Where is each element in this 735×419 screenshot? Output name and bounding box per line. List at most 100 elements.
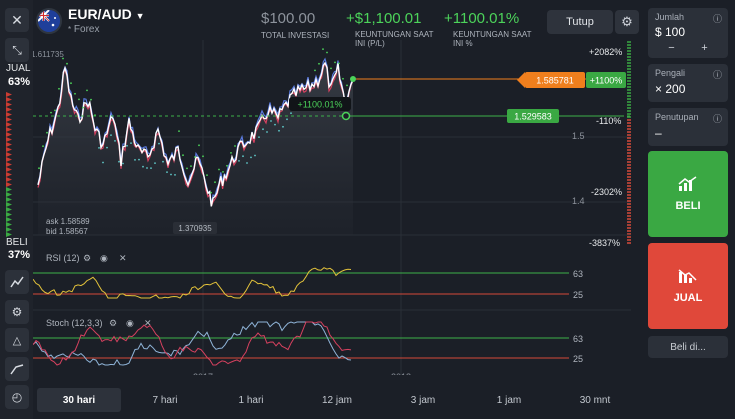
sentiment-tick [6,207,12,212]
rsi-upper-value: 63 [573,269,583,279]
sar-dot [78,98,80,101]
sar-dot [98,147,100,149]
sar-dot [130,142,132,144]
stoch-upper-value: 63 [573,334,583,344]
buy-button[interactable]: BELI [648,151,728,237]
sar-dot [262,128,264,131]
sentiment-tick [6,177,12,182]
sentiment-tick [6,152,12,157]
sentiment-tick [6,107,12,112]
increase-amount-button[interactable]: + [701,42,707,54]
axis-level-4: -2302% [591,187,622,197]
line-tool-icon [10,364,24,375]
settings-side-button[interactable]: ⚙ [5,300,29,324]
sar-dot [266,131,268,133]
stoch-d-line [33,321,352,366]
buy-button-label: BELI [675,200,701,212]
timeframe-bar: 30 hari 7 hari 1 hari 12 jam 3 jam 1 jam… [33,388,637,412]
timeframe-1-hari[interactable]: 1 hari [209,388,293,412]
clock-icon: ◴ [11,390,23,404]
sentiment-tick [6,132,12,137]
sar-dot [274,123,276,126]
tools-count-button[interactable] [5,357,29,381]
top-price-label: 1.611735 [33,50,64,59]
buy-sentiment-label: BELI [6,237,28,248]
x-label-2018: 2018 [391,372,411,375]
timeframe-30-mnt[interactable]: 30 mnt [553,388,637,412]
timeframe-12-jam[interactable]: 12 jam [295,388,379,412]
sar-dot [154,162,156,164]
rsi-gear-icon[interactable]: ⚙ [83,253,91,263]
sentiment-tick [6,127,12,132]
sar-dot [214,181,216,184]
rsi-eye-icon[interactable]: ◉ [100,253,108,263]
sentiment-tick [6,217,12,222]
sentiment-tick [6,147,12,152]
timeframe-3-jam[interactable]: 3 jam [381,388,465,412]
sar-dot [250,156,252,159]
decrease-amount-button[interactable]: − [668,42,674,54]
trade-badge: +1100.01% [297,100,342,110]
sell-button[interactable]: JUAL [648,243,728,329]
sar-dot [270,120,272,122]
info-icon[interactable]: ⓘ [713,68,722,81]
sar-dot [238,160,240,162]
sar-dot [150,167,152,169]
rsi-close-icon[interactable]: ✕ [119,253,127,263]
sar-dot [278,129,280,132]
multiplier-value[interactable]: × 200 [655,82,721,96]
sar-dot [206,174,208,177]
rsi-lower-value: 25 [573,290,583,300]
amount-value[interactable]: $ 100 [655,25,721,39]
close-asset-button[interactable]: ✕ [5,8,29,32]
sar-dot [186,167,188,170]
timeframe-7-hari[interactable]: 7 hari [123,388,207,412]
profit-value: +$1,100.01 [346,10,422,27]
trade-settings-button[interactable]: ⚙ [615,10,639,34]
timeframe-1-jam[interactable]: 1 jam [467,388,551,412]
pin-icon: * [68,25,72,34]
low-price-label: 1.370935 [178,224,212,233]
sentiment-tick [6,187,12,192]
sar-dot [254,154,256,157]
current-pct: +1100% [590,76,623,86]
eur-aud-flag-icon [36,8,62,34]
sar-dot [178,130,180,132]
stoch-label: Stoch (12,3,3) [46,318,103,328]
info-icon[interactable]: ⓘ [713,12,722,25]
entry-point-icon[interactable] [341,111,351,121]
sar-dot [118,160,120,163]
sar-dot [66,62,68,65]
sar-dot [126,144,128,147]
sar-dot [122,162,124,165]
trend-down-icon [678,269,697,283]
closing-value[interactable]: – [655,126,721,140]
clock-button[interactable]: ◴ [5,385,29,409]
draw-tools-button[interactable]: △ [5,328,29,352]
stoch-eye-icon[interactable]: ◉ [126,318,134,328]
sar-dot [230,152,232,154]
price-chart[interactable]: +1100.01% 1.611735 1.370935 ask 1.58589 … [33,40,631,375]
sentiment-tick [6,122,12,127]
indicators-button[interactable] [5,270,29,294]
sar-dot [82,106,84,109]
amount-field[interactable]: Jumlah $ 100 − + ⓘ [648,8,728,58]
buy-at-button[interactable]: Beli di... [648,336,728,358]
sar-dot [346,84,348,87]
sar-dot [142,165,144,168]
collapse-chart-button[interactable]: ⤡ [5,38,29,62]
profit-caption-line1: KEUNTUNGAN SAAT [355,30,434,39]
asset-selector[interactable]: EUR/AUD ▼ [68,6,145,22]
sar-dot [50,111,52,114]
close-trade-button[interactable]: Tutup [547,10,613,34]
sar-dot [234,145,236,147]
ask-label: ask 1.58589 [46,217,90,226]
sar-dot [286,118,288,121]
stoch-gear-icon[interactable]: ⚙ [109,318,117,328]
timeframe-30-hari[interactable]: 30 hari [37,388,121,412]
axis-level-2: -110% [596,116,621,126]
sar-dot [138,158,140,161]
info-icon[interactable]: ⓘ [713,112,722,125]
closing-field[interactable]: Penutupan – ⓘ [648,108,728,146]
multiplier-field[interactable]: Pengali × 200 ⓘ [648,64,728,102]
